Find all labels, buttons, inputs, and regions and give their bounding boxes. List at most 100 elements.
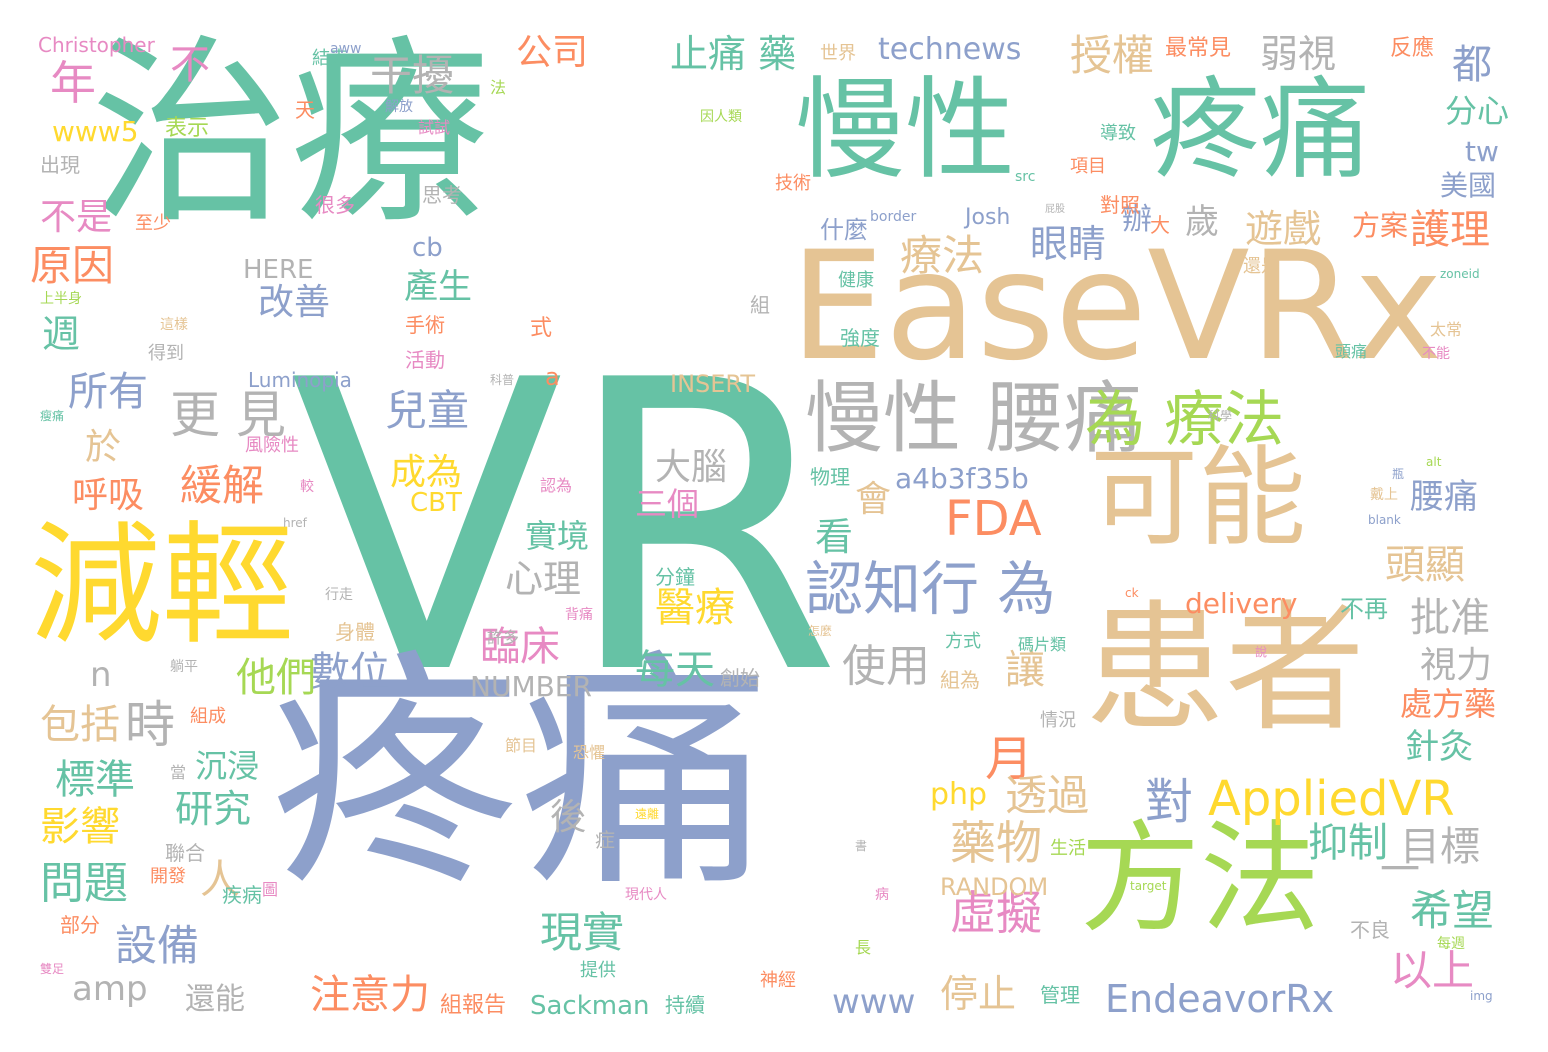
cloud-word: FDA [945,491,1042,547]
cloud-word: 較 [300,479,314,495]
cloud-word: 導致 [1100,123,1136,144]
cloud-word: ck [1125,586,1139,600]
cloud-word: 健康 [838,270,874,291]
cloud-word: 提供 [580,960,616,981]
cloud-word: 聯合 [165,841,205,865]
cloud-word: 技術 [775,173,811,194]
cloud-word: INSERT [670,370,756,398]
cloud-word: 創始 [720,666,760,690]
cloud-word: 緩解 [180,461,265,510]
cloud-word: 至少 [135,213,171,234]
cloud-word: 式 [530,316,553,341]
cloud-word: a [545,363,560,391]
cloud-word: n [90,655,112,695]
cloud-word: 不是 [40,197,113,238]
cloud-word: 說 [1255,645,1268,659]
cloud-word: 腰痛 [1410,477,1478,517]
cloud-word: 躺平 [170,659,198,675]
cloud-word: 減輕 [30,509,294,663]
cloud-word: 注意力 [310,972,430,1018]
cloud-word: 還是 [1243,256,1279,277]
cloud-word: 行走 [325,587,353,603]
cloud-word: 項目 [1070,156,1106,177]
cloud-word: Josh [965,205,1011,230]
cloud-word: 組成 [190,706,226,727]
cloud-word: 患者 [1085,588,1366,751]
cloud-word: 組報告 [440,993,507,1018]
cloud-word: 許多 [487,628,520,647]
cloud-word: AppliedVR [1208,771,1455,827]
cloud-word: 於 [85,427,122,468]
cloud-word: 當 [170,763,187,782]
cloud-word: 身體 [335,620,375,644]
cloud-word: alt [1426,455,1442,469]
cloud-word: 改善 [258,282,331,323]
cloud-word: 碼片類 [1018,635,1067,654]
cloud-word: amp [72,969,148,1009]
cloud-word: 上半身 [40,291,82,307]
cloud-word: 屁股 [1045,204,1065,215]
cloud-word: 法 [490,78,507,97]
word-cloud: VR 治療 疼痛 慢性 疼痛 EaseVRx 減輕 患者 可能 方法 慢性 腰痛為 療法 認知行 為A… [0,0,1548,1052]
cloud-word: delivery [1185,587,1298,620]
cloud-word: 科普 [490,373,515,387]
cloud-word: 背痛 [565,607,593,623]
cloud-word: 年 [50,56,96,110]
cloud-word: 醫療 [655,585,735,631]
cloud-word: 持續 [665,993,705,1017]
cloud-word: 看 [815,515,854,559]
cloud-word: 都 [1452,42,1492,88]
cloud-word: 更 見 [170,386,286,444]
cloud-word: 護理 [1410,207,1490,253]
cloud-word: 因人類 [700,109,742,125]
cloud-word: 長 [855,938,872,957]
cloud-word: 視力 [1420,645,1493,686]
cloud-word: 抑制 [1308,820,1388,866]
cloud-word: 試試 [418,118,451,137]
cloud-word: 不能 [1422,346,1450,362]
cloud-word: 世界 [820,43,856,64]
cloud-word: 三個 [635,485,700,523]
cloud-word: HERE [243,255,314,285]
cloud-word: 遠離 [635,807,660,821]
cloud-word: 數位 [310,649,390,695]
cloud-word: 會 [855,479,892,520]
cloud-word: 手術 [405,313,445,337]
cloud-word: 頭顯 [1385,542,1465,588]
cloud-word: 神經 [760,970,796,991]
cloud-word: 批准 [1410,595,1490,641]
cloud-word: 書 [855,839,868,853]
cloud-word: 瘦痛 [40,409,65,423]
cloud-word: 慢性 [795,66,1015,194]
cloud-word: 瓶 [1392,467,1405,481]
cloud-word: 後 [550,797,587,838]
cloud-word: 認為 [540,476,573,495]
cloud-word: 組為 [940,668,980,692]
cloud-word: 干擾 [370,51,455,100]
cloud-word: php [930,777,988,812]
cloud-word: 授權 [1070,31,1155,80]
cloud-word: 方式 [945,631,981,652]
cloud-word: 開發 [150,866,186,887]
cloud-word: 圖 [262,880,279,899]
cloud-word: www [832,982,916,1022]
cloud-word: 大腦 [655,447,728,488]
cloud-word: NUMBER [470,670,592,703]
cloud-word: 對照 [1100,193,1140,217]
cloud-word: 眼睛 [1030,222,1107,266]
cloud-word: EndeavorRx [1105,977,1335,1021]
cloud-word: 病 [875,887,889,903]
cloud-word: 生活 [1050,838,1086,859]
cloud-word: border [870,209,917,225]
cloud-word: 處方藥 [1400,685,1497,723]
cloud-word: 為 療法 [1085,385,1285,455]
cloud-word: 還能 [185,982,245,1017]
cloud-word: 得到 [148,343,184,364]
cloud-word: 每天 [635,647,715,693]
cloud-word: 問題 [40,858,128,909]
cloud-word: 天 [295,98,315,122]
cloud-word: 不再 [1340,595,1388,623]
cloud-word: 認知行 為 [805,555,1056,623]
cloud-word: 什麼 [820,216,868,244]
cloud-word: 每週 [1437,936,1465,952]
